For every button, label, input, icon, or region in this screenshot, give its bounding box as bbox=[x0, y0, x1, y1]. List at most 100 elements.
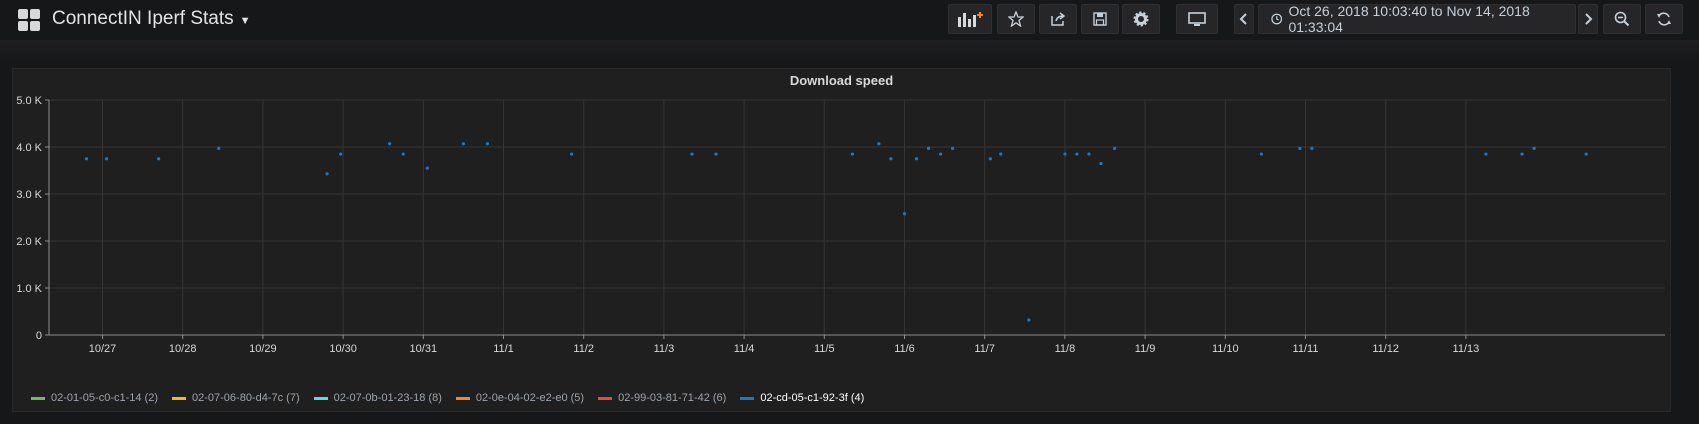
legend-swatch bbox=[313, 396, 328, 400]
data-point bbox=[988, 157, 992, 161]
clock-icon bbox=[1271, 13, 1283, 25]
legend-swatch bbox=[31, 396, 45, 400]
star-icon bbox=[1008, 11, 1024, 27]
top-navbar: ConnectIN Iperf Stats ▼ Oct 26, 2018 10:… bbox=[0, 0, 1699, 60]
download-speed-panel: Download speed 0 1.0 K 2.0 K 3.0 K 4.0 K 5.0 … bbox=[12, 68, 1671, 412]
data-point bbox=[1087, 152, 1091, 156]
zoom-out-icon bbox=[1614, 11, 1630, 27]
share-button[interactable] bbox=[1039, 4, 1077, 34]
legend-label: 02-99-03-81-71-42 (6) bbox=[618, 392, 727, 404]
data-point bbox=[1484, 152, 1488, 156]
share-icon bbox=[1051, 12, 1066, 26]
x-tick-label: 11/2 bbox=[573, 343, 594, 355]
y-tick-label: 5.0 K bbox=[16, 95, 42, 107]
time-forward-button[interactable] bbox=[1578, 4, 1598, 34]
data-point bbox=[217, 146, 221, 151]
dashboard-title[interactable]: ConnectIN Iperf Stats ▼ bbox=[52, 8, 251, 30]
data-point bbox=[425, 166, 429, 170]
legend-item[interactable]: 02-01-05-c0-c1-14 (2) bbox=[31, 392, 158, 404]
data-point bbox=[1259, 152, 1263, 156]
legend-label: 02-01-05-c0-c1-14 (2) bbox=[51, 392, 158, 404]
data-point bbox=[1099, 161, 1103, 166]
data-point bbox=[104, 157, 109, 161]
chevron-right-icon bbox=[1585, 13, 1593, 25]
dashboards-icon[interactable] bbox=[18, 9, 40, 31]
x-tick-label: 11/8 bbox=[1055, 343, 1076, 355]
monitor-icon bbox=[1188, 12, 1206, 26]
time-range-picker[interactable]: Oct 26, 2018 10:03:40 to Nov 14, 2018 01… bbox=[1258, 3, 1576, 35]
data-point bbox=[1027, 318, 1031, 322]
refresh-icon bbox=[1657, 12, 1671, 26]
data-point bbox=[461, 142, 465, 146]
data-point bbox=[914, 157, 919, 161]
legend-label: 02-07-06-80-d4-7c (7) bbox=[192, 392, 300, 404]
dashboard-title-text: ConnectIN Iperf Stats bbox=[52, 8, 234, 29]
y-tick-label: 2.0 K bbox=[16, 236, 42, 248]
time-back-button[interactable] bbox=[1234, 4, 1254, 34]
legend-label: 02-0e-04-02-e2-e0 (5) bbox=[475, 392, 585, 404]
x-tick-label: 11/3 bbox=[654, 343, 675, 355]
data-point bbox=[401, 152, 405, 156]
data-point bbox=[902, 212, 907, 216]
settings-button[interactable] bbox=[1122, 4, 1160, 34]
data-point bbox=[999, 152, 1003, 156]
x-tick-label: 11/5 bbox=[814, 343, 835, 355]
data-point bbox=[951, 146, 955, 151]
refresh-button[interactable] bbox=[1645, 4, 1683, 34]
data-point bbox=[1310, 146, 1314, 151]
x-tick-label: 11/7 bbox=[974, 343, 995, 355]
data-point bbox=[388, 142, 392, 146]
gear-icon bbox=[1133, 11, 1149, 27]
tv-mode-button[interactable] bbox=[1176, 4, 1218, 34]
legend-swatch bbox=[740, 396, 755, 400]
navbar-divider bbox=[0, 40, 1699, 60]
data-point bbox=[714, 152, 718, 156]
data-point bbox=[84, 157, 89, 161]
data-point bbox=[1113, 146, 1117, 151]
y-tick-label: 4.0 K bbox=[16, 142, 42, 154]
data-point bbox=[1298, 146, 1302, 151]
x-tick-label: 11/4 bbox=[734, 343, 755, 355]
chevron-left-icon bbox=[1239, 13, 1247, 25]
data-point bbox=[850, 152, 854, 156]
data-point bbox=[938, 152, 943, 156]
x-tick-label: 11/13 bbox=[1453, 343, 1480, 355]
y-tick-label: 1.0 K bbox=[16, 283, 42, 295]
caret-down-icon: ▼ bbox=[239, 15, 251, 27]
x-tick-label: 10/31 bbox=[410, 343, 438, 355]
legend-swatch bbox=[598, 396, 613, 400]
data-point bbox=[877, 142, 881, 146]
data-point bbox=[485, 142, 490, 146]
data-point bbox=[1075, 152, 1079, 156]
legend-item[interactable]: 02-07-06-80-d4-7c (7) bbox=[172, 392, 300, 404]
legend-item[interactable]: 02-cd-05-c1-92-3f (4) bbox=[740, 392, 864, 404]
x-tick-label: 11/1 bbox=[493, 343, 514, 355]
data-point bbox=[1063, 152, 1067, 156]
y-tick-label: 3.0 K bbox=[16, 189, 42, 201]
star-button[interactable] bbox=[997, 4, 1035, 34]
legend-item[interactable]: 02-99-03-81-71-42 (6) bbox=[598, 392, 726, 404]
save-button[interactable] bbox=[1081, 4, 1119, 34]
data-point bbox=[570, 152, 574, 156]
x-tick-label: 10/30 bbox=[329, 343, 357, 355]
data-point bbox=[339, 152, 343, 156]
legend-label: 02-cd-05-c1-92-3f (4) bbox=[760, 392, 865, 404]
scatter-chart[interactable]: 0 1.0 K 2.0 K 3.0 K 4.0 K 5.0 K 10/27 10/28 10/2… bbox=[13, 69, 1672, 413]
chart-legend: 02-01-05-c0-c1-14 (2) 02-07-06-80-d4-7c (… bbox=[31, 392, 864, 404]
x-tick-label: 10/27 bbox=[89, 343, 117, 355]
time-range-text: Oct 26, 2018 10:03:40 to Nov 14, 2018 01… bbox=[1288, 3, 1530, 35]
legend-label: 02-07-0b-01-23-18 (8) bbox=[333, 392, 442, 404]
legend-item[interactable]: 02-07-0b-01-23-18 (8) bbox=[313, 392, 442, 404]
x-tick-label: 11/6 bbox=[894, 343, 915, 355]
x-tick-label: 11/12 bbox=[1372, 343, 1399, 355]
add-panel-button[interactable] bbox=[948, 4, 992, 34]
add-panel-icon bbox=[958, 12, 983, 27]
x-tick-label: 11/9 bbox=[1135, 343, 1156, 355]
legend-item[interactable]: 02-0e-04-02-e2-e0 (5) bbox=[455, 392, 585, 404]
data-point bbox=[690, 152, 694, 156]
x-tick-label: 11/11 bbox=[1293, 343, 1319, 355]
data-point bbox=[889, 157, 893, 161]
legend-swatch bbox=[455, 396, 470, 400]
zoom-out-button[interactable] bbox=[1603, 4, 1641, 34]
data-point bbox=[1532, 146, 1536, 151]
